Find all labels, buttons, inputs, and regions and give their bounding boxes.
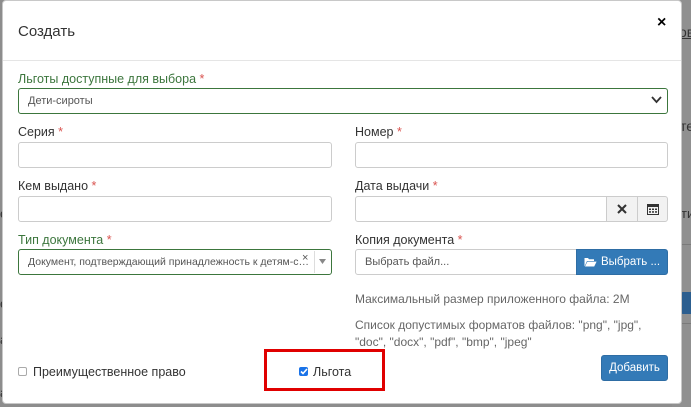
series-label-text: Серия	[18, 125, 55, 139]
benefits-select-value: Дети-сироты	[28, 95, 93, 107]
file-input-placeholder: Выбрать файл...	[365, 256, 450, 268]
dialog-title: Создать	[18, 23, 76, 40]
close-icon[interactable]: ×	[657, 13, 666, 33]
benefits-label: Льготы доступные для выбора *	[18, 72, 204, 86]
issue-date-input[interactable]	[355, 196, 607, 222]
required-mark: *	[91, 179, 97, 193]
required-mark: *	[199, 72, 205, 86]
issue-date-label-text: Дата выдачи	[355, 179, 430, 193]
required-mark: *	[396, 125, 402, 139]
doc-type-select-value: Документ, подтверждающий принадлежность …	[28, 256, 309, 268]
chevron-down-icon	[651, 96, 662, 104]
file-input[interactable]: Выбрать файл...	[355, 249, 577, 275]
highlight-box	[264, 349, 385, 391]
benefits-label-text: Льготы доступные для выбора	[18, 72, 197, 86]
doc-type-label: Тип документа *	[18, 233, 112, 247]
issued-by-label-text: Кем выдано	[18, 179, 89, 193]
clear-selection-icon[interactable]: ×	[302, 252, 308, 264]
required-mark: *	[58, 125, 64, 139]
issued-by-label: Кем выдано *	[18, 179, 96, 193]
issued-by-input[interactable]	[18, 196, 332, 222]
create-dialog: Создать × Льготы доступные для выбора * …	[2, 0, 682, 404]
series-label: Серия *	[18, 125, 63, 139]
required-mark: *	[432, 179, 438, 193]
benefits-select[interactable]: Дети-сироты	[18, 88, 668, 114]
doc-copy-label: Копия документа *	[355, 233, 463, 247]
doc-type-label-text: Тип документа	[18, 233, 104, 247]
formats-text: Список допустимых форматов файлов: "png"…	[355, 318, 642, 349]
browse-file-label: Выбрать ...	[600, 256, 661, 268]
number-input[interactable]	[355, 142, 668, 168]
dialog-header: Создать ×	[3, 1, 681, 61]
clear-date-button[interactable]	[606, 196, 638, 222]
calendar-button[interactable]	[637, 196, 668, 222]
add-button[interactable]: Добавить	[601, 355, 668, 381]
folder-open-icon	[584, 258, 597, 267]
number-label: Номер *	[355, 125, 402, 139]
background-fragment: ти	[681, 206, 691, 221]
priority-right-checkbox[interactable]	[18, 367, 27, 376]
doc-copy-label-text: Копия документа	[355, 233, 455, 247]
priority-right-label: Преимущественное право	[33, 365, 186, 379]
number-label-text: Номер	[355, 125, 394, 139]
caret-down-icon	[319, 259, 326, 264]
browse-file-button[interactable]: Выбрать ...	[576, 249, 668, 275]
select-divider	[314, 251, 315, 273]
issue-date-label: Дата выдачи *	[355, 179, 438, 193]
required-mark: *	[106, 233, 112, 247]
clear-icon	[617, 204, 627, 214]
series-input[interactable]	[18, 142, 332, 168]
required-mark: *	[457, 233, 463, 247]
max-size-text: Максимальный размер приложенного файла: …	[355, 292, 630, 306]
doc-type-select[interactable]: Документ, подтверждающий принадлежность …	[18, 249, 332, 275]
calendar-icon	[646, 204, 659, 215]
